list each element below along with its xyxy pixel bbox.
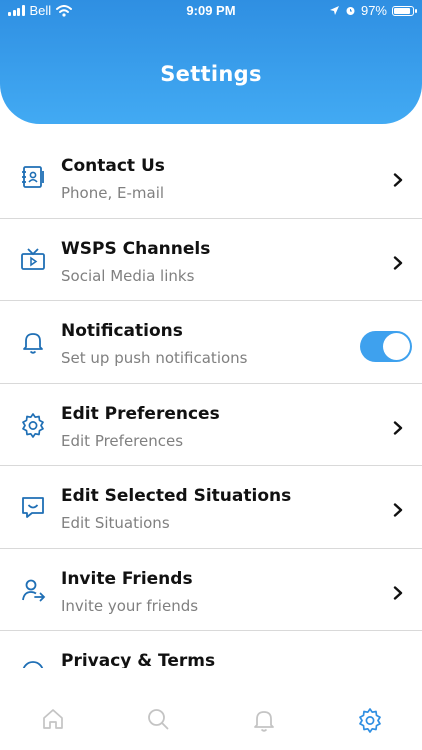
settings-row-title: Notifications	[61, 321, 183, 341]
page-title: Settings	[160, 62, 262, 86]
message-smile-icon	[20, 494, 46, 520]
privacy-icon	[20, 659, 46, 668]
chevron-right-icon	[392, 667, 404, 668]
battery-percent: 97%	[360, 3, 387, 18]
settings-row-wsps-channels[interactable]: WSPS Channels Social Media links	[0, 219, 422, 301]
settings-row-title: Contact Us	[61, 156, 165, 176]
settings-row-edit-preferences[interactable]: Edit Preferences Edit Preferences	[0, 384, 422, 466]
battery-icon	[392, 5, 417, 16]
bell-icon	[20, 329, 46, 355]
gear-icon	[20, 412, 46, 438]
tab-bar	[0, 690, 422, 750]
tab-bell[interactable]	[251, 707, 275, 732]
settings-row-subtitle: Phone, E-mail	[61, 184, 165, 202]
tv-icon	[20, 247, 46, 273]
chevron-right-icon	[392, 172, 404, 187]
settings-row-title: Privacy & Terms	[61, 651, 216, 668]
notifications-toggle[interactable]	[360, 331, 412, 362]
alarm-icon	[346, 7, 355, 15]
chevron-right-icon	[392, 420, 404, 435]
settings-row-title: Invite Friends	[61, 568, 193, 589]
gear-icon	[357, 708, 383, 737]
settings-row-edit-selected-situations[interactable]: Edit Selected Situations Edit Situations	[0, 466, 422, 549]
settings-list: Contact Us Phone, E-mail WSPS Channels Soci…	[0, 136, 422, 668]
settings-row-subtitle: Set up push notifications	[61, 349, 248, 367]
settings-row-privacy-terms[interactable]: Privacy & Terms	[0, 631, 422, 668]
contact-book-icon	[20, 164, 46, 190]
chevron-right-icon	[392, 255, 404, 270]
chevron-right-icon	[392, 585, 404, 600]
tab-home[interactable]	[41, 707, 65, 731]
settings-row-notifications[interactable]: Notifications Set up push notifications	[0, 301, 422, 384]
tab-search[interactable]	[146, 707, 170, 731]
location-arrow-icon	[329, 6, 339, 15]
chevron-right-icon	[392, 502, 404, 517]
bell-icon	[251, 711, 277, 737]
settings-row-subtitle: Invite your friends	[61, 596, 199, 615]
toggle-knob	[383, 333, 410, 360]
tab-gear[interactable]	[357, 707, 381, 733]
settings-row-subtitle: Edit Preferences	[61, 431, 184, 450]
settings-row-contact-us[interactable]: Contact Us Phone, E-mail	[0, 136, 422, 219]
home-icon	[41, 709, 65, 735]
settings-row-subtitle: Edit Situations	[61, 514, 170, 532]
status-bar: Bell 9:09 PM 97%	[0, 0, 422, 24]
settings-row-subtitle: Social Media links	[61, 266, 195, 285]
invite-user-icon	[20, 577, 46, 603]
settings-row-title: Edit Selected Situations	[61, 486, 292, 506]
header-banner: Bell 9:09 PM 97% Settings	[0, 0, 422, 124]
search-icon	[146, 709, 170, 735]
settings-row-title: Edit Preferences	[61, 403, 220, 424]
settings-row-title: WSPS Channels	[61, 238, 211, 259]
status-right: 97%	[329, 3, 417, 18]
settings-row-invite-friends[interactable]: Invite Friends Invite your friends	[0, 549, 422, 631]
